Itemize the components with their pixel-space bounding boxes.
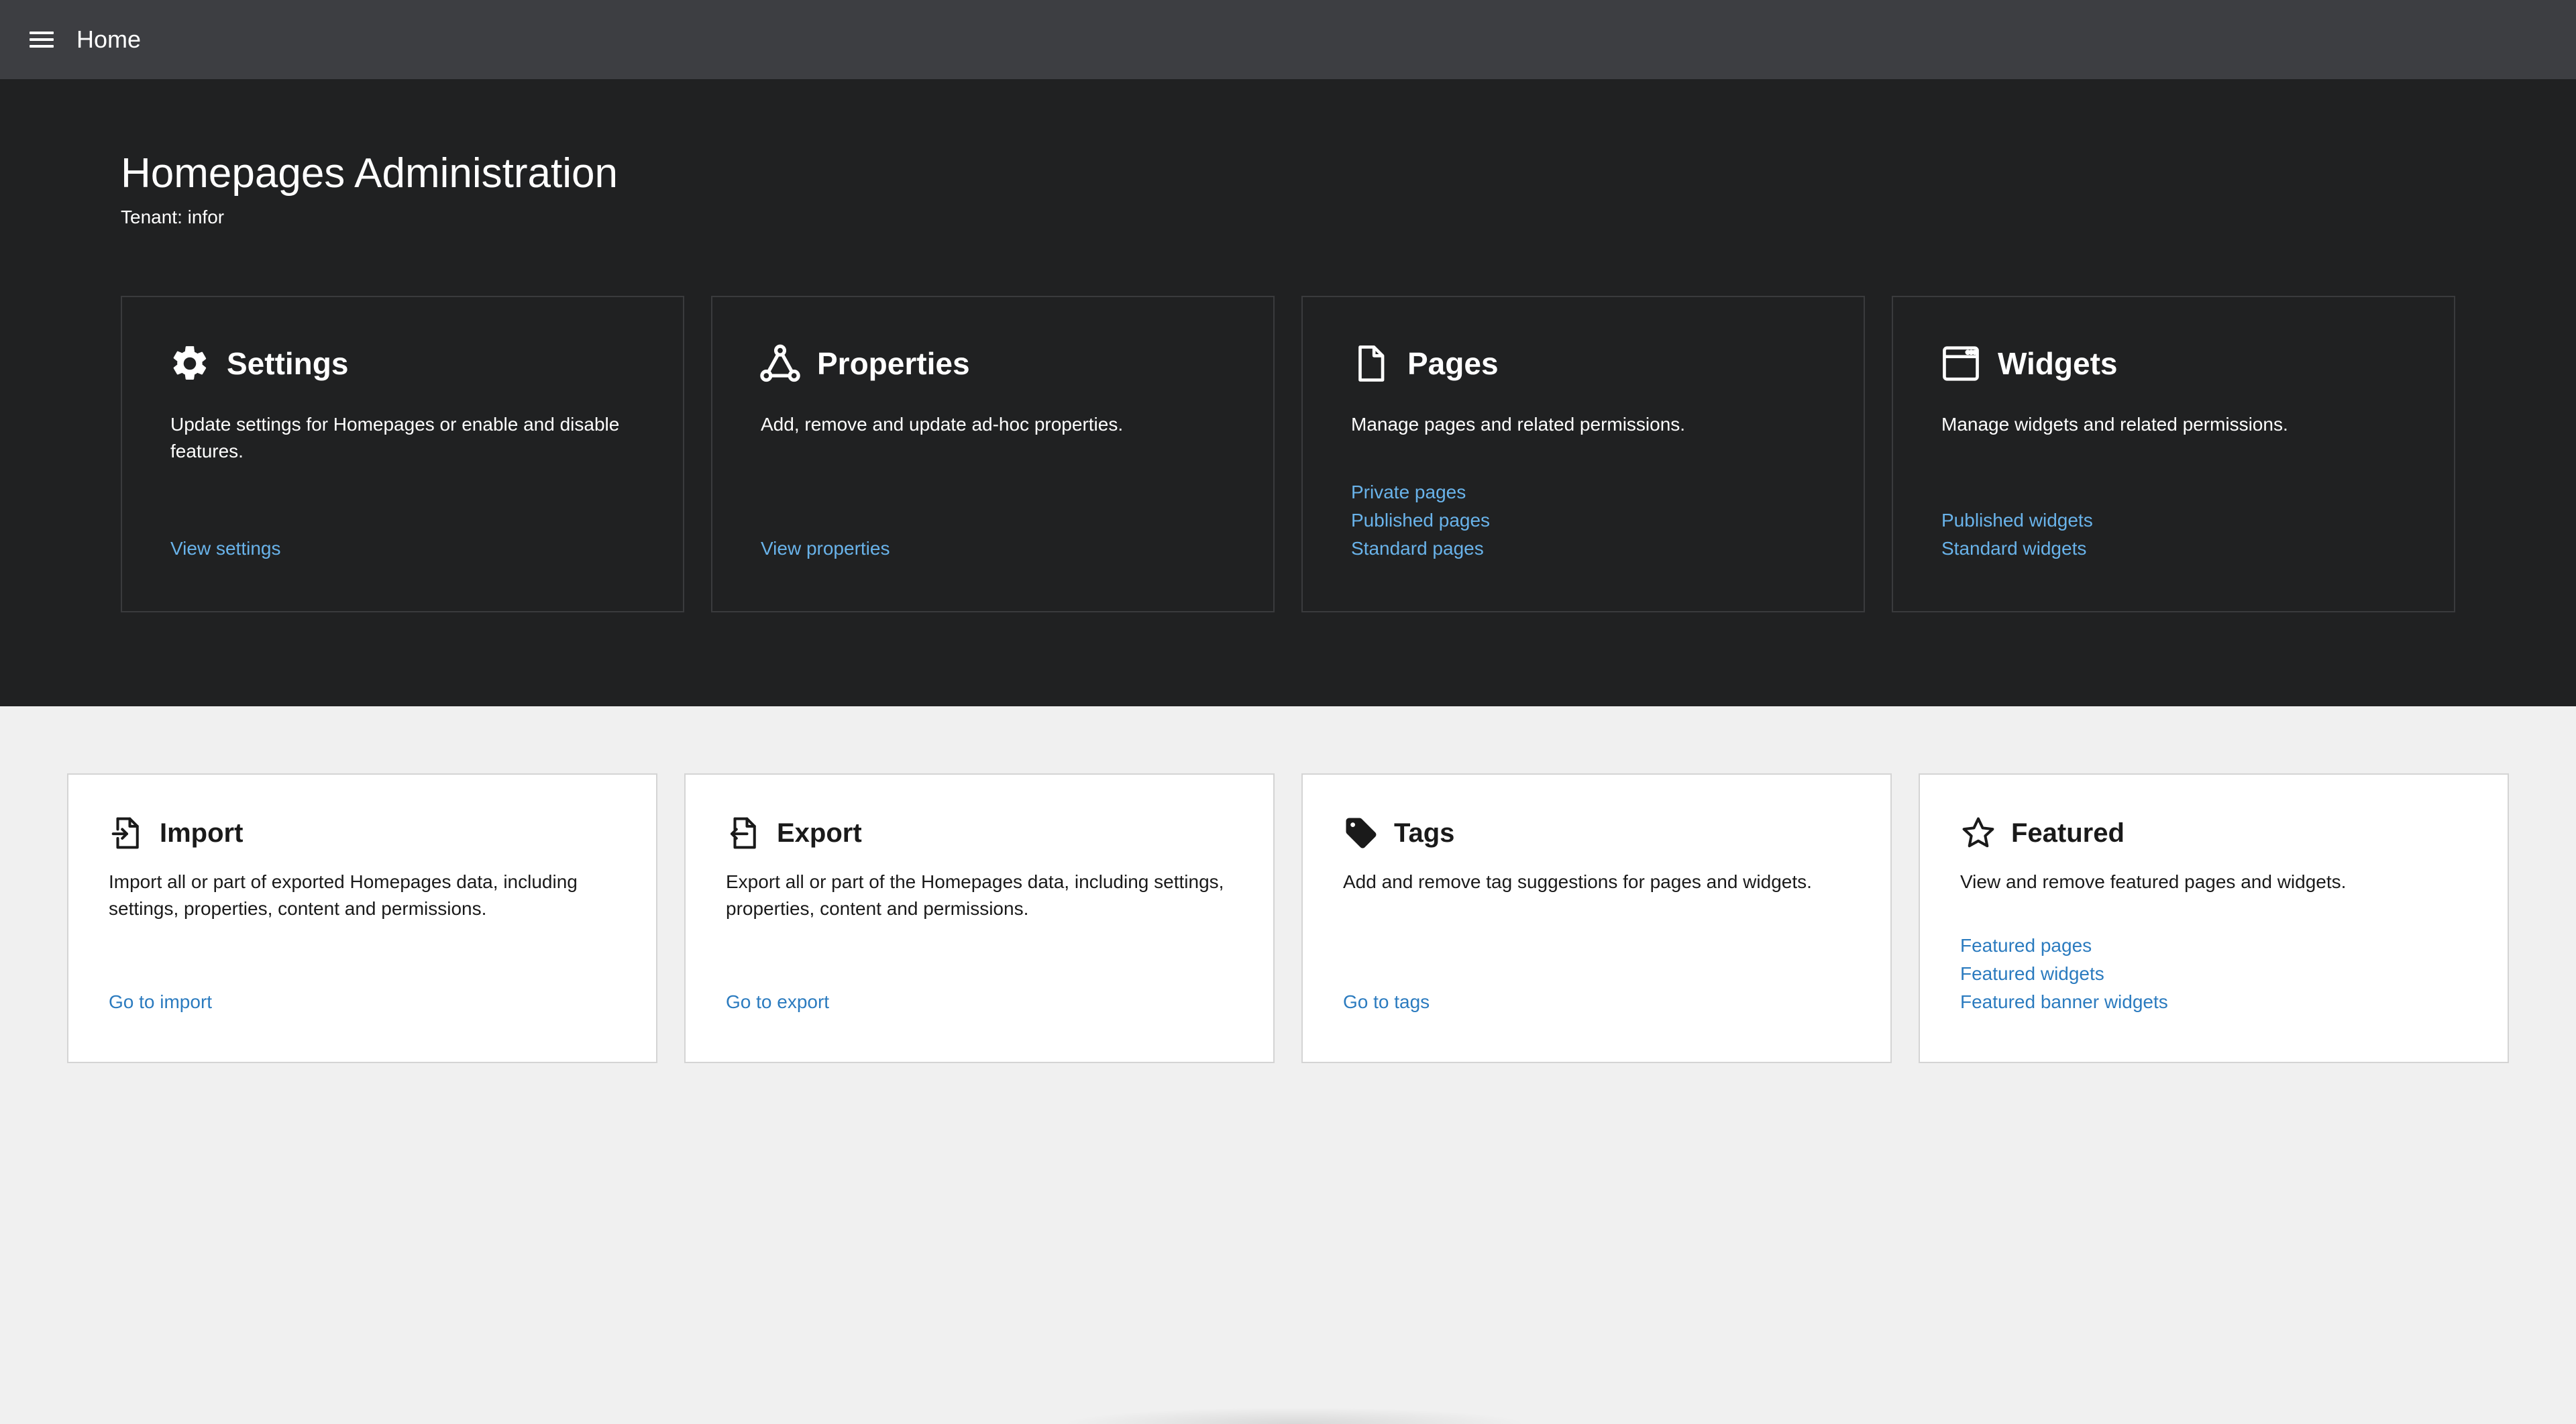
- tags-card: Tags Add and remove tag suggestions for …: [1301, 773, 1892, 1063]
- tenant-label: Tenant: infor: [121, 207, 225, 227]
- widgets-card-description: Manage widgets and related permissions.: [1941, 414, 2288, 435]
- bottom-shadow: [1060, 1407, 1529, 1424]
- nodes-triangle-icon: [759, 343, 801, 384]
- pages-card: Pages Manage pages and related permissio…: [1301, 296, 1865, 612]
- go-to-tags-link[interactable]: Go to tags: [1343, 988, 1430, 1016]
- featured-card-description: View and remove featured pages and widge…: [1960, 871, 2347, 892]
- tag-icon: [1343, 815, 1379, 851]
- properties-card-description: Add, remove and update ad-hoc properties…: [761, 414, 1124, 435]
- tags-card-description: Add and remove tag suggestions for pages…: [1343, 871, 1812, 892]
- featured-card-title: Featured: [2011, 818, 2125, 848]
- widgets-card-title: Widgets: [1998, 346, 2118, 381]
- import-card-title: Import: [160, 818, 244, 848]
- go-to-import-link[interactable]: Go to import: [109, 988, 212, 1016]
- hero-section: Homepages Administration Tenant: infor S…: [0, 79, 2576, 706]
- tags-card-title: Tags: [1394, 818, 1455, 848]
- file-export-icon: [726, 815, 762, 851]
- featured-banner-widgets-link[interactable]: Featured banner widgets: [1960, 988, 2168, 1016]
- hamburger-menu-icon[interactable]: [30, 30, 54, 49]
- export-card-description: Export all or part of the Homepages data…: [726, 871, 1224, 919]
- import-card: Import Import all or part of exported Ho…: [67, 773, 657, 1063]
- widgets-card: Widgets Manage widgets and related permi…: [1892, 296, 2455, 612]
- pages-card-description: Manage pages and related permissions.: [1351, 414, 1686, 435]
- featured-card: Featured View and remove featured pages …: [1919, 773, 2509, 1063]
- export-card-title: Export: [777, 818, 862, 848]
- properties-card: Properties Add, remove and update ad-hoc…: [711, 296, 1275, 612]
- header-title: Home: [76, 25, 142, 53]
- featured-pages-link[interactable]: Featured pages: [1960, 932, 2168, 960]
- standard-widgets-link[interactable]: Standard widgets: [1941, 535, 2093, 563]
- gear-icon: [169, 343, 211, 384]
- window-icon: [1940, 343, 1982, 384]
- published-widgets-link[interactable]: Published widgets: [1941, 506, 2093, 535]
- import-card-description: Import all or part of exported Homepages…: [109, 871, 578, 919]
- featured-widgets-link[interactable]: Featured widgets: [1960, 960, 2168, 988]
- go-to-export-link[interactable]: Go to export: [726, 988, 829, 1016]
- document-icon: [1350, 343, 1391, 384]
- view-properties-link[interactable]: View properties: [761, 535, 890, 563]
- file-import-icon: [109, 815, 145, 851]
- standard-pages-link[interactable]: Standard pages: [1351, 535, 1490, 563]
- private-pages-link[interactable]: Private pages: [1351, 478, 1490, 506]
- published-pages-link[interactable]: Published pages: [1351, 506, 1490, 535]
- star-icon: [1960, 815, 1996, 851]
- settings-card-title: Settings: [227, 346, 349, 381]
- top-header: Home: [0, 0, 2576, 79]
- settings-card: Settings Update settings for Homepages o…: [121, 296, 684, 612]
- pages-card-title: Pages: [1407, 346, 1499, 381]
- page-title: Homepages Administration: [121, 150, 618, 197]
- export-card: Export Export all or part of the Homepag…: [684, 773, 1275, 1063]
- settings-card-description: Update settings for Homepages or enable …: [170, 414, 620, 461]
- properties-card-title: Properties: [817, 346, 970, 381]
- view-settings-link[interactable]: View settings: [170, 535, 280, 563]
